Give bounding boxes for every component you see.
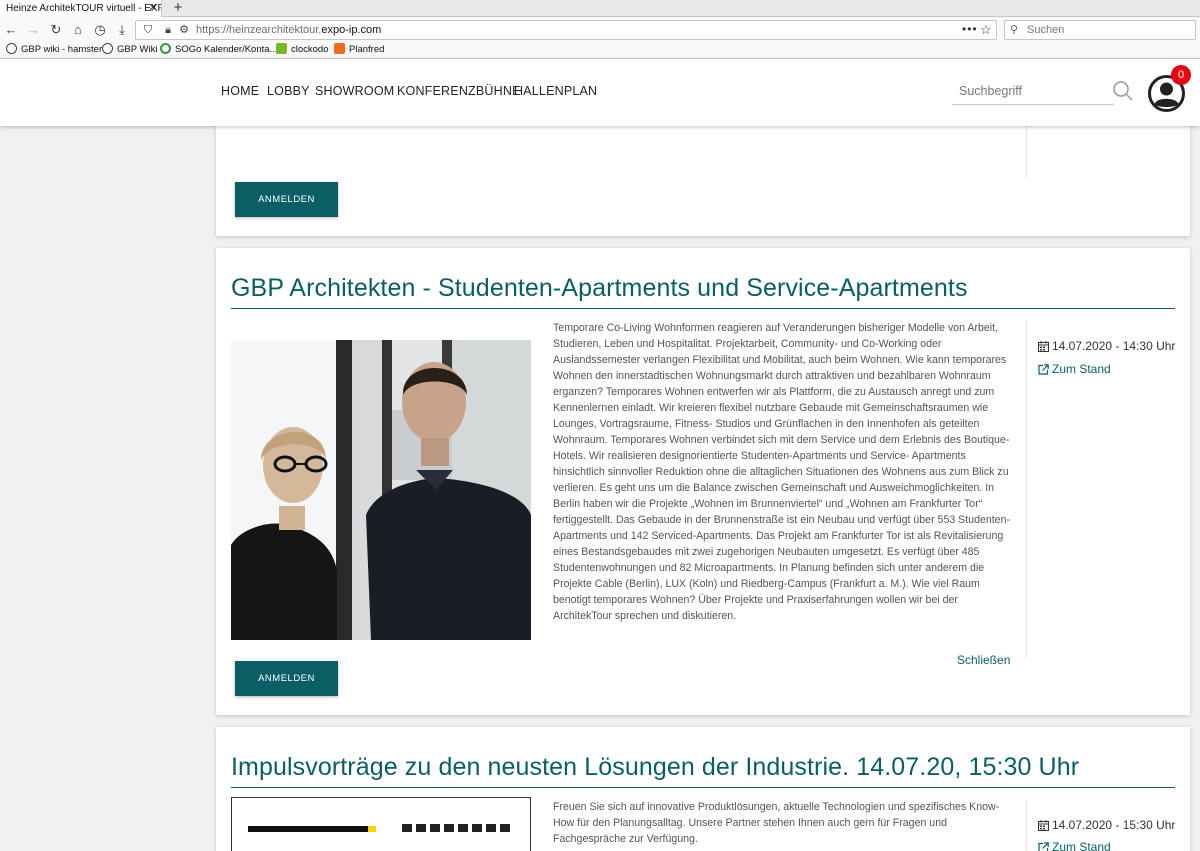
- browser-nav-bar: ← → ↻ ⌂ ◷ ⤓ ⛉ 🔒︎ ⚙ https://heinzearchite…: [0, 17, 1200, 42]
- planfred-icon: [334, 43, 345, 54]
- event-card-gbp: GBP Architekten - Studenten-Apartments u…: [216, 248, 1190, 715]
- browser-tab[interactable]: Heinze ArchitekTOUR virtuell - EXPO: [0, 0, 162, 17]
- tab-close-icon[interactable]: ✕: [146, 0, 160, 17]
- zum-stand-link[interactable]: Zum Stand: [1038, 840, 1111, 851]
- bookmark-planfred[interactable]: Planfred: [334, 42, 384, 58]
- event-card-impulsvortraege: Impulsvorträge zu den neusten Lösungen d…: [216, 727, 1190, 851]
- card-description: Freuen Sie sich auf innovative Produktlö…: [553, 801, 1000, 845]
- clockodo-icon: [276, 43, 287, 54]
- external-link-icon: [1038, 842, 1049, 851]
- nav-hallenplan[interactable]: HALLENPLAN: [514, 84, 597, 98]
- nav-home[interactable]: HOME: [221, 84, 259, 98]
- bookmark-gbp-wiki[interactable]: GBP Wiki: [102, 42, 157, 58]
- event-card-previous: ANMELDEN: [216, 110, 1190, 236]
- card-title: GBP Architekten - Studenten-Apartments u…: [231, 274, 968, 302]
- download-icon[interactable]: ⤓: [113, 20, 131, 39]
- register-button[interactable]: ANMELDEN: [235, 182, 338, 217]
- new-tab-icon[interactable]: +: [170, 0, 186, 17]
- bookmark-clockodo[interactable]: clockodo: [276, 42, 329, 58]
- title-divider: [231, 308, 1175, 309]
- page-actions-icon[interactable]: •••: [962, 21, 978, 37]
- search-icon: ⚲: [1010, 24, 1019, 36]
- partner-logo-image: [231, 797, 531, 851]
- event-date: 14.07.2020 - 14:30 Uhr: [1038, 339, 1175, 353]
- calendar-icon: [1038, 341, 1049, 352]
- register-button[interactable]: ANMELDEN: [235, 661, 338, 696]
- browser-search-placeholder: Suchen: [1027, 24, 1065, 36]
- calendar-icon: [1038, 820, 1049, 831]
- external-link-icon: [1038, 364, 1049, 375]
- forward-icon[interactable]: →: [24, 20, 42, 39]
- browser-tab-title: Heinze ArchitekTOUR virtuell - EXPO: [6, 3, 162, 14]
- permissions-icon[interactable]: ⚙: [177, 22, 191, 38]
- reload-icon[interactable]: ↻: [47, 20, 65, 39]
- sogo-icon: [160, 43, 171, 54]
- search-icon[interactable]: [1112, 80, 1134, 102]
- event-date: 14.07.2020 - 15:30 Uhr: [1038, 818, 1175, 832]
- bookmark-gbp-wiki-hamster[interactable]: GBP wiki - hamster: [6, 42, 102, 58]
- browser-tab-bar: Heinze ArchitekTOUR virtuell - EXPO ✕ +: [0, 0, 1200, 17]
- close-link[interactable]: Schließen: [957, 653, 1010, 667]
- nav-showroom[interactable]: SHOWROOM: [315, 84, 394, 98]
- speakers-photo: [231, 340, 531, 640]
- url-text[interactable]: https://heinzearchitektour.expo-ip.com: [196, 21, 381, 39]
- globe-icon: [6, 43, 17, 54]
- card-divider: [1026, 799, 1027, 851]
- browser-search-bar[interactable]: ⚲ Suchen: [1004, 20, 1196, 40]
- card-title: Impulsvorträge zu den neusten Lösungen d…: [231, 753, 1080, 781]
- home-icon[interactable]: ⌂: [69, 20, 87, 39]
- bookmarks-bar: GBP wiki - hamster GBP Wiki SOGo Kalende…: [0, 42, 1200, 59]
- globe-icon: [102, 43, 113, 54]
- bookmark-star-icon[interactable]: ☆: [980, 21, 992, 39]
- url-bar[interactable]: ⛉ 🔒︎ ⚙ https://heinzearchitektour.expo-i…: [135, 20, 997, 40]
- history-icon[interactable]: ◷: [91, 20, 109, 39]
- lock-icon[interactable]: 🔒︎: [161, 22, 175, 38]
- card-description: Temporare Co-Living Wohnformen reagieren…: [553, 322, 1010, 622]
- site-header: HOME LOBBY SHOWROOM KONFERENZBÜHNE HALLE…: [0, 59, 1200, 126]
- card-divider: [1026, 320, 1027, 658]
- nav-lobby[interactable]: LOBBY: [267, 84, 310, 98]
- search-input[interactable]: [952, 77, 1114, 105]
- nav-konferenzbuehne[interactable]: KONFERENZBÜHNE: [397, 84, 521, 98]
- bookmark-sogo[interactable]: SOGo Kalender/Konta...: [160, 42, 277, 58]
- title-divider: [231, 787, 1175, 788]
- zum-stand-link[interactable]: Zum Stand: [1038, 362, 1111, 376]
- tracking-protection-icon[interactable]: ⛉: [141, 22, 155, 38]
- notification-badge[interactable]: 0: [1171, 65, 1191, 85]
- back-icon[interactable]: ←: [2, 20, 20, 39]
